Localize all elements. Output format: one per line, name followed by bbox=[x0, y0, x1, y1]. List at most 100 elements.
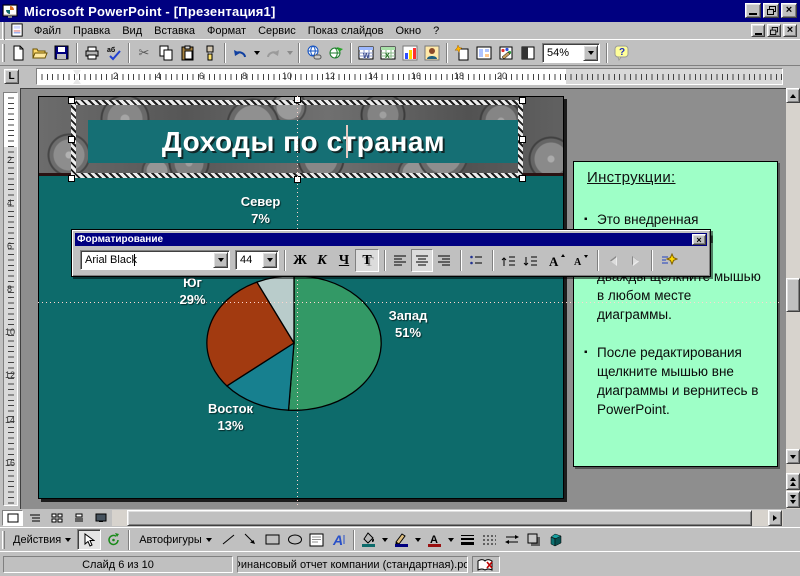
menu-format[interactable]: Формат bbox=[201, 23, 252, 39]
horizontal-scroll-thumb[interactable] bbox=[127, 510, 752, 526]
menu-tools[interactable]: Сервис bbox=[252, 23, 302, 39]
resize-handle-ne[interactable] bbox=[519, 97, 526, 104]
align-center-button[interactable] bbox=[411, 249, 433, 272]
shadow-button[interactable] bbox=[523, 529, 545, 551]
bold-button[interactable]: Ж bbox=[289, 249, 311, 272]
formatting-toolbar-titlebar[interactable]: Форматирование × bbox=[75, 233, 707, 246]
wordart-button[interactable]: A bbox=[328, 529, 350, 551]
oval-tool-button[interactable] bbox=[284, 529, 306, 551]
promote-button[interactable] bbox=[602, 249, 624, 272]
resize-handle-w[interactable] bbox=[68, 136, 75, 143]
three-d-button[interactable] bbox=[545, 529, 567, 551]
text-box-tool-button[interactable] bbox=[306, 529, 328, 551]
menu-insert[interactable]: Вставка bbox=[148, 23, 201, 39]
vertical-scrollbar[interactable] bbox=[786, 88, 800, 509]
copy-button[interactable] bbox=[155, 42, 177, 64]
menu-edit[interactable]: Правка bbox=[67, 23, 116, 39]
tab-selector-button[interactable]: L bbox=[4, 69, 19, 84]
fill-color-dropdown[interactable] bbox=[380, 529, 391, 551]
formatting-close-button[interactable]: × bbox=[692, 234, 706, 245]
vertical-scroll-thumb[interactable] bbox=[786, 278, 800, 312]
new-button[interactable] bbox=[7, 42, 29, 64]
redo-button[interactable] bbox=[262, 42, 284, 64]
drawbar-grip[interactable] bbox=[2, 531, 5, 549]
font-size-combo[interactable]: 44 bbox=[235, 250, 279, 270]
redo-dropdown[interactable] bbox=[284, 42, 295, 64]
pie-slice-Запад[interactable] bbox=[289, 276, 382, 411]
cut-button[interactable]: ✂ bbox=[133, 42, 155, 64]
presentation-icon[interactable] bbox=[10, 23, 25, 38]
font-size-dropdown[interactable] bbox=[262, 252, 277, 268]
increase-paragraph-spacing-button[interactable] bbox=[497, 249, 519, 272]
line-color-dropdown[interactable] bbox=[413, 529, 424, 551]
resize-handle-sw[interactable] bbox=[68, 175, 75, 182]
font-color-dropdown[interactable] bbox=[446, 529, 457, 551]
menu-view[interactable]: Вид bbox=[116, 23, 148, 39]
line-tool-button[interactable] bbox=[218, 529, 240, 551]
zoom-dropdown[interactable] bbox=[583, 45, 598, 61]
menu-file[interactable]: Файл bbox=[28, 23, 67, 39]
insert-hyperlink-button[interactable] bbox=[303, 42, 325, 64]
slide-title-placeholder[interactable]: Доходы по странам bbox=[88, 120, 519, 163]
format-painter-button[interactable] bbox=[199, 42, 221, 64]
menubar-grip[interactable] bbox=[2, 22, 5, 40]
save-button[interactable] bbox=[51, 42, 73, 64]
vertical-guide[interactable] bbox=[297, 96, 298, 507]
toolbar-grip[interactable] bbox=[2, 44, 5, 62]
scroll-right-button[interactable] bbox=[768, 510, 782, 526]
font-color-button[interactable]: А bbox=[424, 529, 446, 551]
resize-handle-se[interactable] bbox=[519, 175, 526, 182]
paste-button[interactable] bbox=[177, 42, 199, 64]
doc-close-button[interactable]: × bbox=[783, 24, 797, 37]
font-name-dropdown[interactable] bbox=[213, 252, 228, 268]
line-color-button[interactable] bbox=[391, 529, 413, 551]
next-slide-button[interactable] bbox=[786, 491, 800, 508]
menu-slideshow[interactable]: Показ слайдов bbox=[302, 23, 390, 39]
minimize-button[interactable] bbox=[745, 3, 761, 18]
animation-effects-button[interactable] bbox=[656, 249, 681, 272]
draw-menu-button[interactable]: Действия bbox=[7, 530, 77, 550]
restore-button[interactable] bbox=[763, 3, 779, 18]
instructions-text-box[interactable]: Инструкции: Это внедренная диаграмма. Чт… bbox=[573, 161, 778, 467]
web-toolbar-button[interactable] bbox=[325, 42, 347, 64]
doc-restore-button[interactable] bbox=[767, 24, 781, 37]
dash-style-button[interactable] bbox=[479, 529, 501, 551]
slide-view-button[interactable] bbox=[2, 510, 23, 526]
close-button[interactable]: × bbox=[781, 3, 797, 18]
new-slide-button[interactable] bbox=[451, 42, 473, 64]
line-style-button[interactable] bbox=[457, 529, 479, 551]
spelling-button[interactable]: аб bbox=[103, 42, 125, 64]
print-button[interactable] bbox=[81, 42, 103, 64]
notes-view-button[interactable] bbox=[68, 510, 89, 526]
scroll-up-button[interactable] bbox=[786, 88, 800, 103]
autoshapes-menu-button[interactable]: Автофигуры bbox=[133, 530, 218, 550]
decrease-font-size-button[interactable]: А bbox=[570, 249, 592, 272]
increase-font-size-button[interactable]: А bbox=[545, 249, 569, 272]
align-left-button[interactable] bbox=[389, 249, 411, 272]
resize-handle-nw[interactable] bbox=[68, 97, 75, 104]
italic-button[interactable]: К bbox=[311, 249, 333, 272]
outline-view-button[interactable] bbox=[24, 510, 45, 526]
undo-dropdown[interactable] bbox=[251, 42, 262, 64]
zoom-combo[interactable]: 54% bbox=[542, 43, 600, 63]
menu-help[interactable]: ? bbox=[427, 23, 445, 39]
previous-slide-button[interactable] bbox=[786, 473, 800, 490]
horizontal-scroll-track[interactable] bbox=[112, 510, 783, 526]
scroll-down-button[interactable] bbox=[786, 449, 800, 464]
resize-handle-e[interactable] bbox=[519, 136, 526, 143]
rectangle-tool-button[interactable] bbox=[262, 529, 284, 551]
indent-marker[interactable] bbox=[73, 70, 82, 86]
text-shadow-button[interactable]: Т bbox=[355, 249, 379, 272]
apply-design-button[interactable] bbox=[495, 42, 517, 64]
insert-clipart-button[interactable] bbox=[421, 42, 443, 64]
app-icon[interactable] bbox=[2, 3, 18, 19]
decrease-paragraph-spacing-button[interactable] bbox=[519, 249, 541, 272]
insert-excel-sheet-button[interactable]: X bbox=[377, 42, 399, 64]
font-name-combo[interactable]: Arial Black bbox=[80, 250, 230, 270]
doc-minimize-button[interactable] bbox=[751, 24, 765, 37]
spelling-status-panel[interactable] bbox=[472, 556, 500, 573]
slide-show-view-button[interactable] bbox=[90, 510, 111, 526]
arrow-style-button[interactable] bbox=[501, 529, 523, 551]
arrow-tool-button[interactable] bbox=[240, 529, 262, 551]
slide-sorter-view-button[interactable] bbox=[46, 510, 67, 526]
